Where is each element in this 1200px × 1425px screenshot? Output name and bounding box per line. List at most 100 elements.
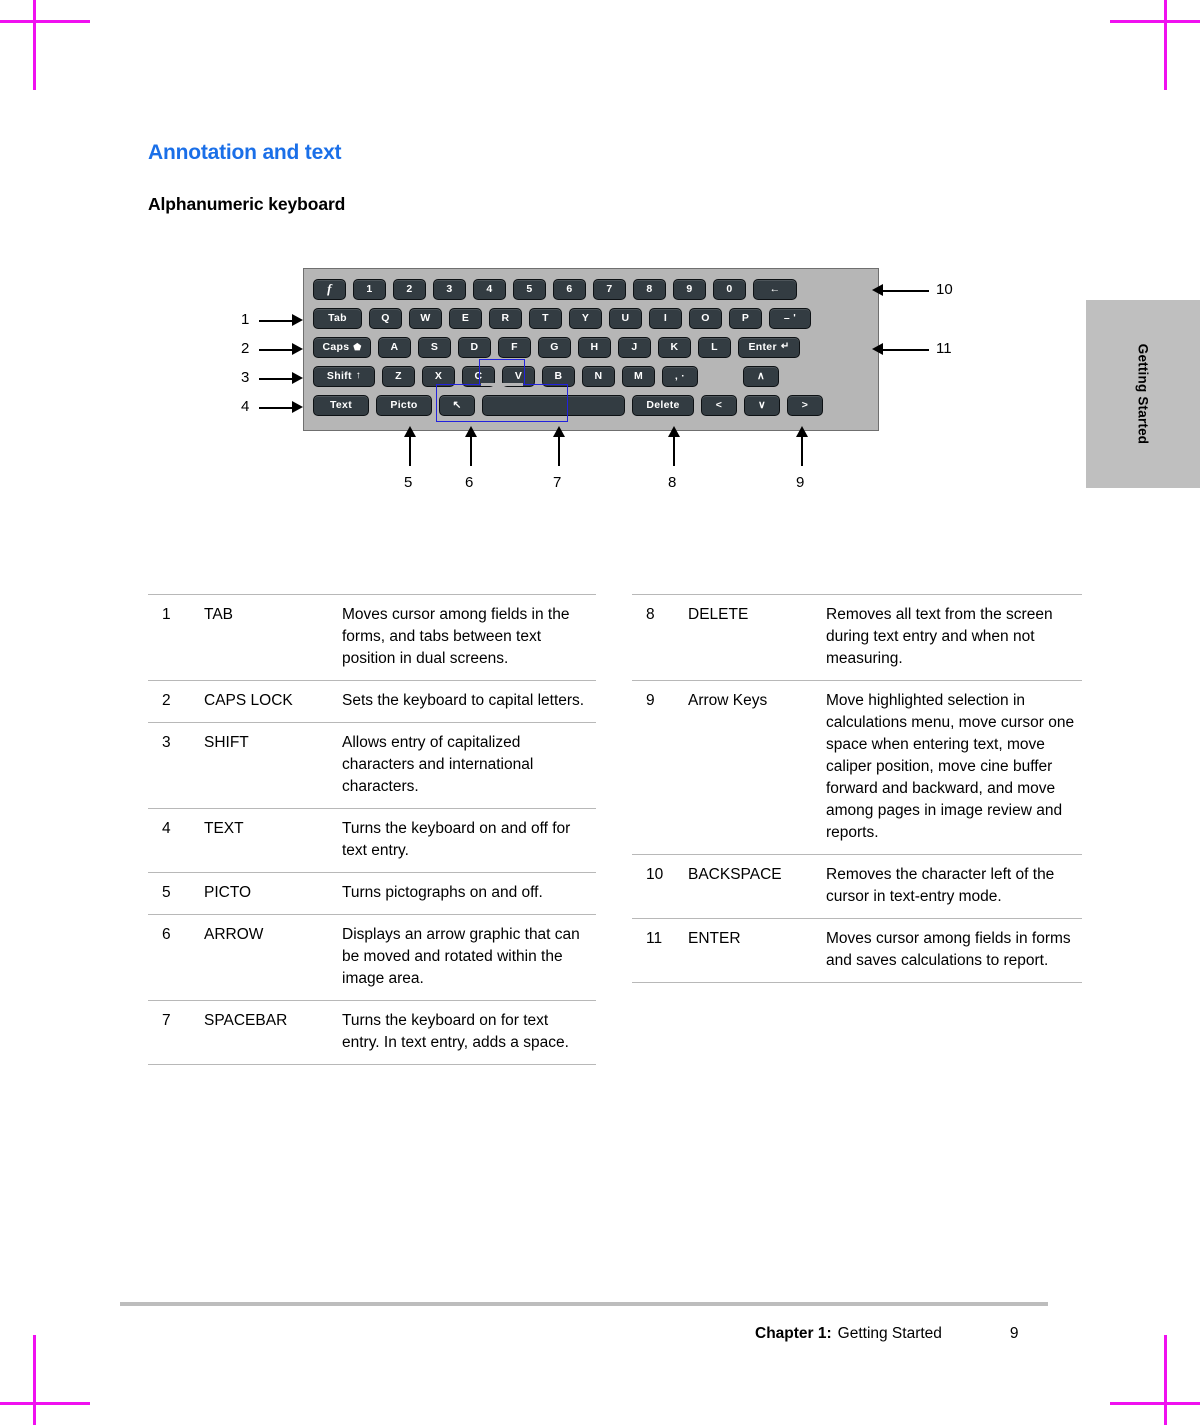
key-comma-period[interactable]: , ·	[662, 365, 698, 387]
key-enter[interactable]: Enter ↵	[738, 336, 800, 358]
key-arrow-graphic[interactable]: ↖	[439, 394, 475, 416]
key-function[interactable]: f	[313, 278, 346, 300]
key-text[interactable]: Text	[313, 394, 369, 416]
key-b[interactable]: B	[542, 365, 575, 387]
row-number: 5	[162, 884, 171, 901]
row-key-name: ARROW	[204, 926, 264, 943]
key-5[interactable]: 5	[513, 278, 546, 300]
key-shift[interactable]: Shift ↑	[313, 365, 375, 387]
row-description: Turns pictographs on and off.	[342, 884, 543, 901]
key-delete[interactable]: Delete	[632, 394, 694, 416]
keyboard-row-number: f 1 2 3 4 5 6 7 8 9 0 ←	[304, 278, 878, 300]
table-row: 1 TAB Moves cursor among fields in the f…	[148, 594, 596, 680]
callout-arrowhead-2	[292, 343, 303, 355]
page-footer: Chapter 1: Getting Started 9	[120, 1325, 1048, 1343]
key-backspace[interactable]: ←	[753, 278, 797, 300]
key-g[interactable]: G	[538, 336, 571, 358]
key-hyphen-apostrophe[interactable]: – '	[769, 307, 811, 329]
callout-number-10: 10	[936, 281, 953, 298]
key-k[interactable]: K	[658, 336, 691, 358]
alphanumeric-keyboard: f 1 2 3 4 5 6 7 8 9 0 ← Tab Q W E R T Y …	[303, 268, 879, 431]
key-arrow-up[interactable]: ∧	[743, 365, 779, 387]
key-n[interactable]: N	[582, 365, 615, 387]
keyboard-figure: f 1 2 3 4 5 6 7 8 9 0 ← Tab Q W E R T Y …	[0, 0, 1200, 520]
key-s[interactable]: S	[418, 336, 451, 358]
key-y[interactable]: Y	[569, 307, 602, 329]
key-arrow-right[interactable]: >	[787, 394, 823, 416]
row-key-name: CAPS LOCK	[204, 692, 293, 709]
row-description: Allows entry of capitalized characters a…	[342, 734, 534, 795]
table-row: 8 DELETE Removes all text from the scree…	[632, 594, 1082, 680]
key-j[interactable]: J	[618, 336, 651, 358]
key-f[interactable]: F	[498, 336, 531, 358]
key-i[interactable]: I	[649, 307, 682, 329]
key-arrow-down[interactable]: ∨	[744, 394, 780, 416]
row-key-name: SPACEBAR	[204, 1012, 288, 1029]
key-d[interactable]: D	[458, 336, 491, 358]
key-4[interactable]: 4	[473, 278, 506, 300]
key-o[interactable]: O	[689, 307, 722, 329]
key-8[interactable]: 8	[633, 278, 666, 300]
key-h[interactable]: H	[578, 336, 611, 358]
table-row: 3 SHIFT Allows entry of capitalized char…	[148, 722, 596, 808]
arrow-up-icon: ↑	[355, 370, 362, 381]
callout-number-5: 5	[404, 474, 413, 491]
callout-number-6: 6	[465, 474, 474, 491]
row-number: 4	[162, 820, 171, 837]
row-key-name: PICTO	[204, 884, 252, 901]
callout-leader-6	[470, 436, 472, 466]
key-a[interactable]: A	[378, 336, 411, 358]
row-number: 2	[162, 692, 171, 709]
row-description: Moves cursor among fields in forms and s…	[826, 930, 1071, 969]
row-number: 11	[646, 930, 663, 947]
key-spacebar[interactable]	[482, 394, 625, 416]
key-arrow-left[interactable]: <	[701, 394, 737, 416]
key-0[interactable]: 0	[713, 278, 746, 300]
row-description: Move highlighted selection in calculatio…	[826, 692, 1075, 841]
key-2[interactable]: 2	[393, 278, 426, 300]
key-c[interactable]: C	[462, 365, 495, 387]
key-p[interactable]: P	[729, 307, 762, 329]
callout-leader-5	[409, 436, 411, 466]
keyboard-row-function: Text Picto ↖ Delete < ∨ >	[304, 394, 878, 416]
row-key-name: TAB	[204, 606, 233, 623]
key-3[interactable]: 3	[433, 278, 466, 300]
key-m[interactable]: M	[622, 365, 655, 387]
key-z[interactable]: Z	[382, 365, 415, 387]
key-caps-lock[interactable]: Caps ⬟	[313, 336, 371, 358]
key-l[interactable]: L	[698, 336, 731, 358]
key-6[interactable]: 6	[553, 278, 586, 300]
key-t[interactable]: T	[529, 307, 562, 329]
key-r[interactable]: R	[489, 307, 522, 329]
row-number: 3	[162, 734, 171, 751]
key-u[interactable]: U	[609, 307, 642, 329]
row-number: 6	[162, 926, 171, 943]
key-9[interactable]: 9	[673, 278, 706, 300]
key-tab[interactable]: Tab	[313, 307, 362, 329]
key-v[interactable]: V	[502, 365, 535, 387]
row-number: 9	[646, 692, 655, 709]
callout-number-7: 7	[553, 474, 562, 491]
footer-chapter-name: Getting Started	[837, 1325, 942, 1342]
table-row: 7 SPACEBAR Turns the keyboard on for tex…	[148, 1000, 596, 1065]
table-row: 11 ENTER Moves cursor among fields in fo…	[632, 918, 1082, 983]
key-x[interactable]: X	[422, 365, 455, 387]
key-1[interactable]: 1	[353, 278, 386, 300]
key-e[interactable]: E	[449, 307, 482, 329]
key-w[interactable]: W	[409, 307, 442, 329]
crop-mark-bottom-right-v	[1164, 1335, 1167, 1425]
callout-leader-11	[882, 349, 929, 351]
callout-number-4: 4	[241, 398, 250, 415]
callout-number-11: 11	[936, 340, 952, 357]
footer-rule	[120, 1302, 1048, 1306]
key-picto[interactable]: Picto	[376, 394, 432, 416]
row-key-name: BACKSPACE	[688, 866, 782, 883]
row-number: 1	[162, 606, 171, 623]
table-row: 10 BACKSPACE Removes the character left …	[632, 854, 1082, 918]
row-description: Sets the keyboard to capital letters.	[342, 692, 585, 709]
key-7[interactable]: 7	[593, 278, 626, 300]
keyboard-row-bottom-letters: Shift ↑ Z X C V B N M , · ∧	[304, 365, 878, 387]
callout-number-2: 2	[241, 340, 250, 357]
callout-leader-8	[673, 436, 675, 466]
key-q[interactable]: Q	[369, 307, 402, 329]
